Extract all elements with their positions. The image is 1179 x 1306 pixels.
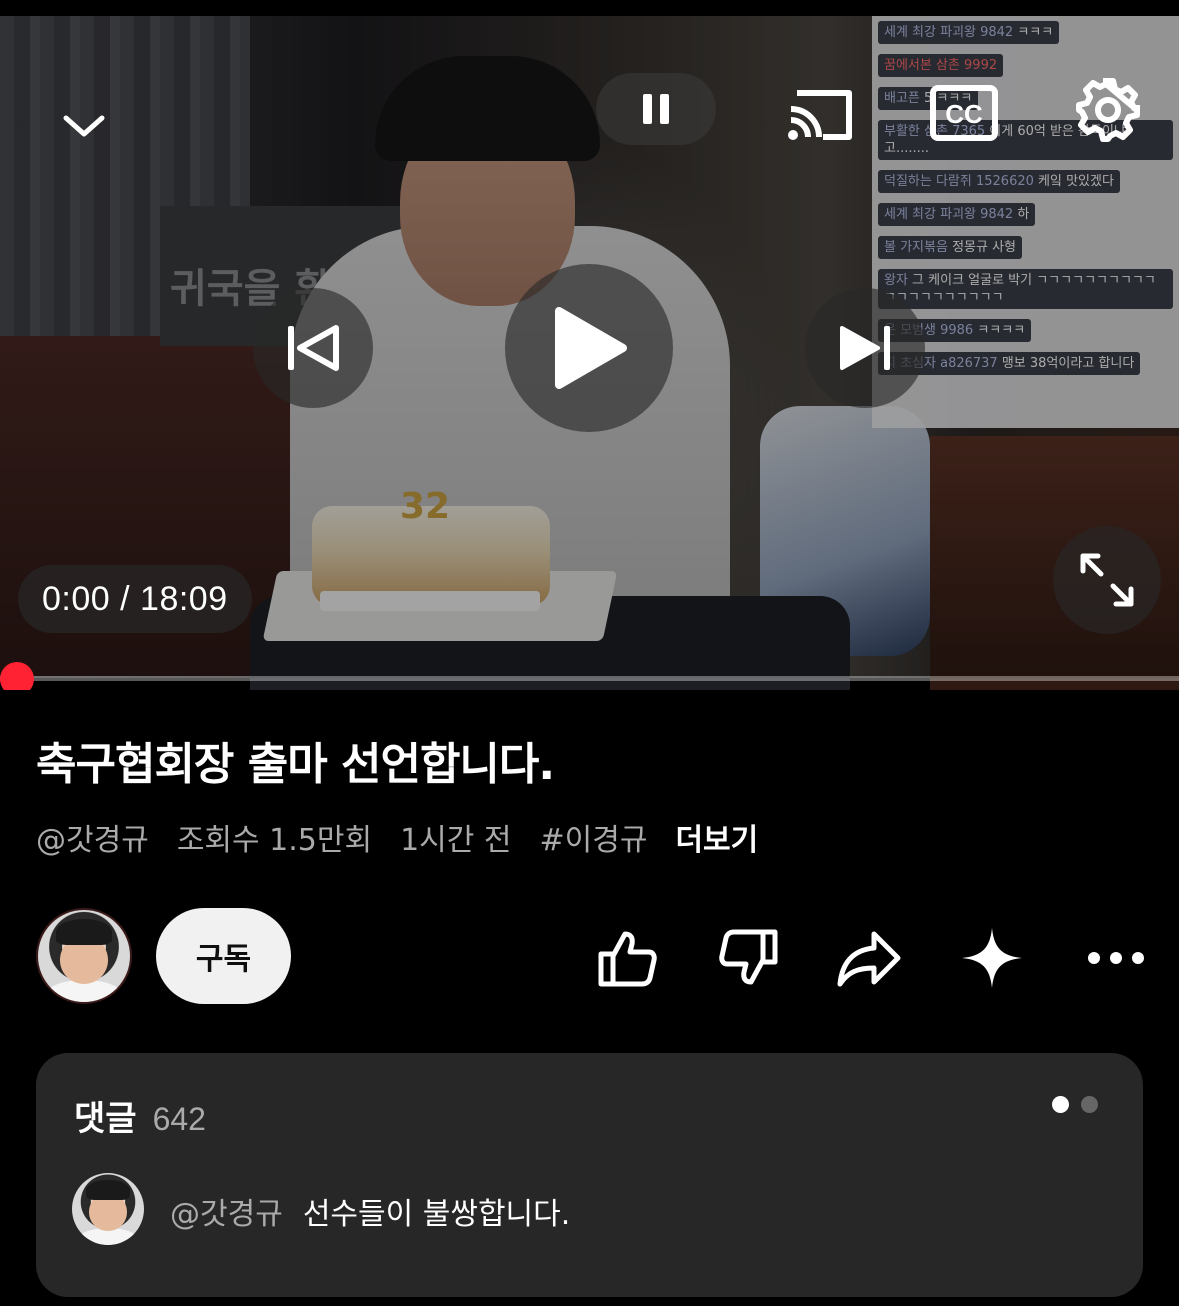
like-button[interactable] bbox=[591, 922, 663, 994]
comment-body: 선수들이 불쌍합니다. bbox=[302, 1197, 571, 1232]
comments-count: 642 bbox=[152, 1101, 206, 1137]
carousel-dot bbox=[1081, 1096, 1098, 1113]
share-button[interactable] bbox=[834, 922, 906, 994]
gear-icon bbox=[1076, 78, 1140, 142]
comments-header: 댓글 642 bbox=[74, 1091, 206, 1140]
share-icon bbox=[837, 931, 901, 987]
fullscreen-icon bbox=[1080, 553, 1134, 607]
video-title[interactable]: 축구협회장 출마 선언합니다. bbox=[36, 728, 555, 792]
captions-button[interactable]: CC bbox=[925, 78, 1003, 148]
progress-scrubber[interactable] bbox=[0, 662, 34, 690]
hashtag-link[interactable]: #이경규 bbox=[540, 815, 648, 859]
progress-bar[interactable] bbox=[0, 676, 1179, 681]
carousel-dots bbox=[1052, 1096, 1098, 1113]
play-icon bbox=[555, 307, 627, 389]
play-button[interactable] bbox=[505, 264, 673, 432]
upload-time: 1시간 전 bbox=[400, 823, 512, 858]
comment-author-avatar bbox=[72, 1173, 144, 1245]
time-total: 18:09 bbox=[140, 579, 228, 618]
show-more-link[interactable]: 더보기 bbox=[675, 815, 758, 859]
skip-previous-icon bbox=[288, 325, 339, 371]
more-actions-button[interactable] bbox=[1080, 922, 1152, 994]
cc-icon: CC bbox=[930, 85, 998, 141]
previous-button[interactable] bbox=[253, 288, 373, 408]
comments-label: 댓글 bbox=[74, 1099, 137, 1139]
channel-handle[interactable]: @갓경규 bbox=[36, 815, 149, 859]
time-display: 0:00 / 18:09 bbox=[18, 565, 252, 633]
chevron-down-icon bbox=[63, 115, 105, 137]
status-gap bbox=[0, 0, 1179, 16]
pause-icon bbox=[643, 94, 669, 124]
view-count: 조회수 1.5만회 bbox=[176, 823, 373, 858]
subscribe-button[interactable]: 구독 bbox=[156, 908, 291, 1004]
video-metadata[interactable]: @갓경규 조회수 1.5만회 1시간 전 #이경규 더보기 bbox=[36, 815, 758, 859]
collapse-button[interactable] bbox=[48, 90, 120, 162]
action-row: 구독 bbox=[36, 908, 1146, 1008]
carousel-dot-active bbox=[1052, 1096, 1069, 1113]
dislike-button[interactable] bbox=[713, 922, 785, 994]
sparkle-icon bbox=[962, 928, 1022, 988]
time-separator: / bbox=[110, 579, 141, 618]
cast-button[interactable] bbox=[780, 78, 860, 148]
thumbs-down-icon bbox=[719, 929, 778, 985]
comment-author: @갓경규 bbox=[170, 1197, 283, 1232]
settings-button[interactable] bbox=[1070, 72, 1146, 148]
more-horizontal-icon bbox=[1088, 952, 1144, 964]
thumbs-up-icon bbox=[598, 931, 657, 987]
channel-avatar[interactable] bbox=[36, 908, 132, 1004]
time-current: 0:00 bbox=[42, 579, 111, 618]
sparkle-button[interactable] bbox=[956, 922, 1028, 994]
pause-button[interactable] bbox=[596, 73, 716, 145]
fullscreen-button[interactable] bbox=[1053, 526, 1161, 634]
next-button[interactable] bbox=[805, 288, 925, 408]
top-comment: @갓경규 선수들이 불쌍합니다. bbox=[170, 1189, 570, 1233]
cast-icon bbox=[788, 90, 852, 140]
comments-card[interactable]: 댓글 642 @갓경규 선수들이 불쌍합니다. bbox=[36, 1053, 1143, 1297]
svg-text:CC: CC bbox=[945, 99, 983, 129]
skip-next-icon bbox=[840, 326, 890, 370]
video-player[interactable]: 귀국을 환영 32 세계 최강 파괴왕 9842 ㅋㅋㅋ 꿈에서본 삼촌 9992… bbox=[0, 0, 1179, 690]
